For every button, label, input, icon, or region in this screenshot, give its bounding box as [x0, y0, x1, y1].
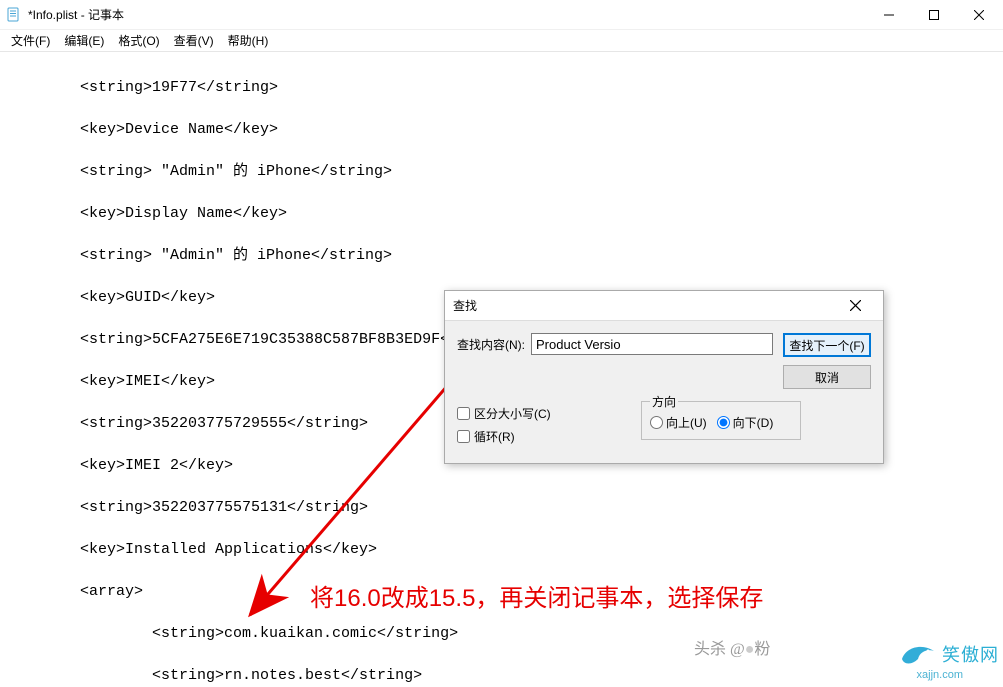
maximize-button[interactable]: [911, 0, 956, 30]
text-line: <string>com.kuaikan.comic</string>: [8, 623, 995, 644]
text-line: <string> "Admin" 的 iPhone</string>: [8, 245, 995, 266]
watermark-brand: 笑傲网: [898, 639, 999, 669]
text-line: <array>: [8, 581, 995, 602]
direction-down-option[interactable]: 向下(D): [717, 414, 774, 431]
menu-file[interactable]: 文件(F): [4, 30, 57, 51]
close-button[interactable]: [956, 0, 1001, 30]
text-line: <key>Display Name</key>: [8, 203, 995, 224]
find-dialog: 查找 查找内容(N): 区分大小写(C) 循环(R) 方向 向上(: [444, 290, 884, 464]
text-line: <string>rn.notes.best</string>: [8, 665, 995, 686]
direction-group: 方向 向上(U) 向下(D): [641, 393, 801, 440]
find-label: 查找内容(N):: [457, 336, 525, 353]
titlebar: *Info.plist - 记事本: [0, 0, 1003, 30]
menu-view[interactable]: 查看(V): [167, 30, 221, 51]
minimize-button[interactable]: [866, 0, 911, 30]
direction-up-radio[interactable]: [650, 416, 663, 429]
menu-format[interactable]: 格式(O): [111, 30, 166, 51]
cancel-button[interactable]: 取消: [783, 365, 871, 389]
find-dialog-title[interactable]: 查找: [445, 291, 883, 321]
wrap-around-label: 循环(R): [474, 428, 515, 445]
text-line: <string> "Admin" 的 iPhone</string>: [8, 161, 995, 182]
text-line: <string>352203775575131</string>: [8, 497, 995, 518]
text-line: <key>Device Name</key>: [8, 119, 995, 140]
watermark-toutiao: 头杀 @●粉: [694, 635, 770, 659]
window-title: *Info.plist - 记事本: [28, 6, 124, 23]
find-next-button[interactable]: 查找下一个(F): [783, 333, 871, 357]
direction-down-radio[interactable]: [717, 416, 730, 429]
dolphin-icon: [898, 639, 938, 669]
menu-help[interactable]: 帮助(H): [221, 30, 276, 51]
watermark-url: xajjn.com: [917, 669, 963, 681]
wrap-around-checkbox[interactable]: [457, 430, 470, 443]
direction-legend: 方向: [650, 393, 678, 410]
menu-edit[interactable]: 编辑(E): [57, 30, 111, 51]
match-case-checkbox[interactable]: [457, 407, 470, 420]
find-input[interactable]: [531, 333, 773, 355]
text-line: <key>Installed Applications</key>: [8, 539, 995, 560]
find-dialog-title-text: 查找: [453, 297, 477, 314]
notepad-icon: [6, 7, 22, 23]
match-case-label: 区分大小写(C): [474, 405, 551, 422]
watermark-brand-text: 笑傲网: [942, 641, 999, 667]
direction-up-option[interactable]: 向上(U): [650, 414, 707, 431]
find-dialog-close-button[interactable]: [835, 292, 875, 320]
menubar: 文件(F) 编辑(E) 格式(O) 查看(V) 帮助(H): [0, 30, 1003, 52]
text-line: <string>19F77</string>: [8, 77, 995, 98]
